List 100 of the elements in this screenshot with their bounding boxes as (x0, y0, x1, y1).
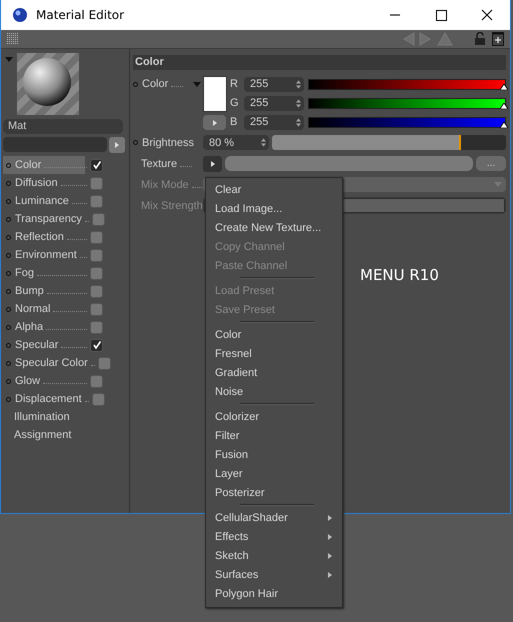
spinner-arrows-icon[interactable] (261, 138, 266, 147)
checkbox[interactable] (90, 284, 103, 298)
play-icon (212, 120, 216, 126)
channel-row[interactable]: Normal (3, 300, 103, 318)
menu-item[interactable]: Posterizer (206, 483, 342, 502)
slider-thumb[interactable] (500, 122, 508, 128)
menu-item[interactable]: Surfaces (206, 565, 342, 584)
texture-field[interactable] (225, 156, 473, 171)
checkbox[interactable] (90, 194, 103, 208)
menu-item[interactable]: Layer (206, 464, 342, 483)
submenu-arrow-icon (328, 534, 332, 540)
channel-label: Alpha (15, 321, 44, 333)
sphere-icon (12, 7, 28, 23)
material-name-field[interactable]: Mat (3, 119, 123, 134)
menu-item[interactable]: Effects (206, 527, 342, 546)
channel-row[interactable]: Diffusion (3, 174, 103, 192)
checkbox[interactable] (90, 338, 103, 352)
channel-row[interactable]: Bump (3, 282, 103, 300)
checkbox[interactable] (90, 158, 103, 172)
annotation-text: MENU R10 (360, 266, 439, 284)
slider-thumb[interactable] (500, 84, 508, 90)
checkbox[interactable] (90, 266, 103, 280)
channel-label: Normal (15, 303, 50, 315)
menu-item[interactable]: Fresnel (206, 344, 342, 363)
spinner-arrows-icon[interactable] (296, 80, 301, 88)
number-field[interactable]: 255 (244, 96, 304, 110)
parameter-label: Mix Strength (141, 200, 203, 212)
new-window-icon[interactable] (492, 32, 504, 46)
number-field[interactable]: 255 (244, 114, 304, 130)
dropdown-triangle-icon[interactable] (193, 82, 201, 86)
material-preview[interactable] (17, 53, 79, 115)
channel-label: Specular Color (15, 357, 88, 369)
arrow-button[interactable] (109, 137, 125, 153)
checkbox[interactable] (90, 374, 103, 388)
checkbox[interactable] (92, 212, 105, 226)
color-swatch[interactable] (203, 76, 227, 112)
channel-label: Assignment (14, 429, 72, 441)
channel-row[interactable]: Displacement (3, 390, 105, 408)
checkbox[interactable] (90, 230, 103, 244)
menu-item[interactable]: Create New Texture... (206, 218, 342, 237)
checkbox[interactable] (98, 356, 111, 370)
submenu-arrow-icon (328, 514, 332, 520)
channel-label: Environment (15, 249, 77, 261)
bullet-icon (6, 342, 11, 348)
checkbox[interactable] (92, 392, 105, 406)
menu-item[interactable]: Colorizer (206, 407, 342, 426)
window-title: Material Editor (36, 8, 124, 22)
channel-row[interactable]: Illumination (3, 408, 103, 426)
channel-label: Fog (15, 267, 34, 279)
channel-row[interactable]: Luminance (3, 192, 103, 210)
channel-letter: B (230, 116, 238, 128)
menu-item[interactable]: Noise (206, 382, 342, 401)
play-icon (115, 142, 119, 148)
channel-label: Glow (15, 375, 40, 387)
menu-item[interactable]: Gradient (206, 363, 342, 382)
browse-button[interactable]: ... (476, 156, 506, 171)
collapse-triangle-icon[interactable] (5, 57, 13, 62)
channel-row[interactable]: Specular (3, 336, 103, 354)
menu-item[interactable]: Sketch (206, 546, 342, 565)
number-field[interactable]: 255 (244, 76, 304, 92)
menu-item[interactable]: CellularShader (206, 508, 342, 527)
menu-item[interactable]: Fusion (206, 445, 342, 464)
submenu-arrow-icon (328, 572, 332, 578)
texture-menu-button[interactable] (203, 156, 222, 172)
lock-icon[interactable] (474, 32, 486, 46)
channel-row[interactable]: Fog (3, 264, 103, 282)
channel-row[interactable]: Glow (3, 372, 103, 390)
checkbox[interactable] (90, 302, 103, 316)
slider-thumb[interactable] (500, 102, 508, 108)
bullet-icon (6, 288, 11, 294)
channel-row[interactable]: Transparency (3, 210, 105, 228)
menu-item[interactable]: Color (206, 325, 342, 344)
play-button[interactable] (203, 115, 226, 130)
parameter-label: Color (142, 78, 168, 90)
channel-row[interactable]: Assignment (3, 426, 103, 444)
checkbox[interactable] (90, 176, 103, 190)
channel-row[interactable]: Environment (3, 246, 103, 264)
selected-channel-row[interactable]: Color (3, 156, 103, 174)
parameter-label: Mix Mode (141, 178, 189, 190)
menu-item[interactable]: Clear (206, 180, 342, 199)
channel-row[interactable]: Alpha (3, 318, 103, 336)
dropdown-arrow-icon (494, 182, 502, 187)
bullet-icon (6, 198, 11, 204)
checkbox[interactable] (90, 320, 103, 334)
channel-row[interactable]: Reflection (3, 228, 103, 246)
channel-row[interactable]: Specular Color (3, 354, 111, 372)
channel-label: Luminance (15, 195, 69, 207)
slider-track[interactable] (272, 135, 506, 150)
spinner-arrows-icon[interactable] (296, 98, 301, 108)
bullet-icon (133, 140, 138, 145)
bullet-icon (6, 162, 11, 168)
menu-item[interactable]: Load Image... (206, 199, 342, 218)
spinner-arrows-icon[interactable] (296, 118, 301, 126)
bullet-icon (6, 180, 11, 186)
checkbox[interactable] (90, 248, 103, 262)
menu-item[interactable]: Filter (206, 426, 342, 445)
number-field[interactable]: 80 % (203, 135, 269, 150)
grip-icon[interactable] (7, 33, 19, 45)
menu-item[interactable]: Polygon Hair (206, 584, 342, 603)
bullet-icon (6, 234, 11, 240)
